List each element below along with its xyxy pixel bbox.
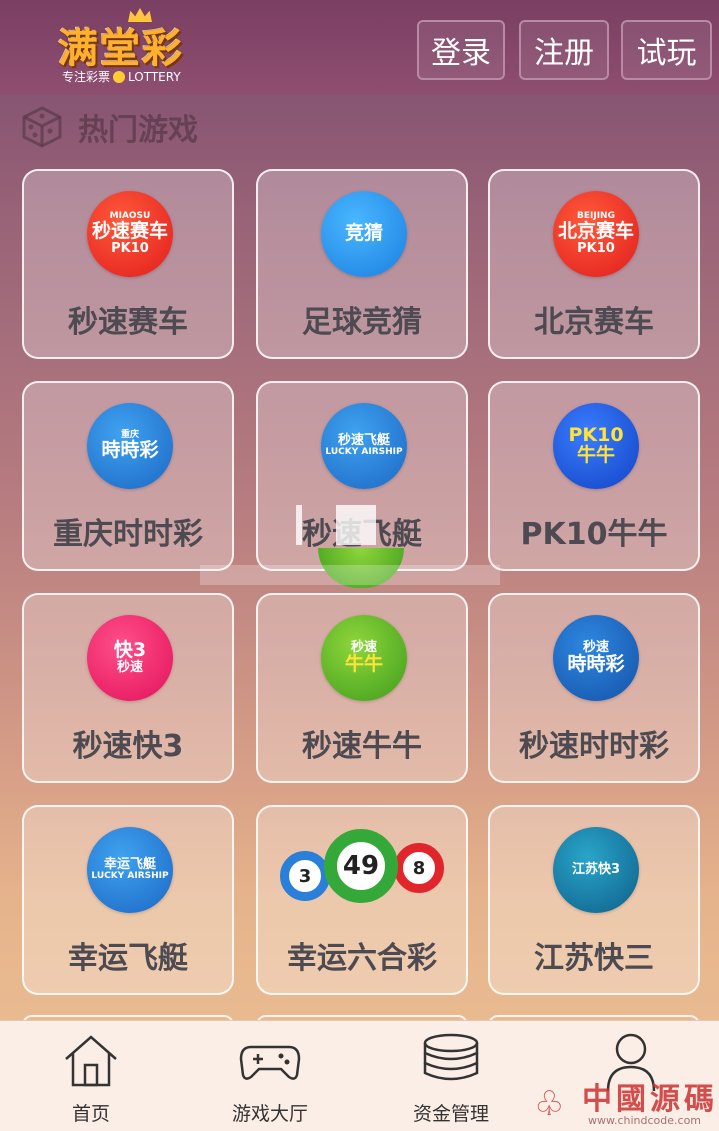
game-card-football[interactable]: 竞猜 足球竞猜 bbox=[256, 169, 468, 359]
logo: 满堂彩 专注彩票 LOTTERY bbox=[30, 8, 230, 88]
chongqing-ssc-icon: 重庆 時時彩 bbox=[87, 403, 173, 489]
badge-big: 江苏快3 bbox=[571, 862, 621, 878]
badge-big: 幸运飞艇 bbox=[103, 857, 156, 873]
game-label: PK10牛牛 bbox=[520, 517, 668, 552]
hot-games-heading: 热门游戏 bbox=[20, 102, 198, 152]
badge-big: 秒速赛车 bbox=[91, 219, 168, 242]
badge-mid: 秒速 bbox=[116, 660, 143, 676]
game-card-beijing-saiche[interactable]: BEIJING 北京赛车 PK10 北京赛车 bbox=[488, 169, 700, 359]
lottery-ball: 49 bbox=[324, 829, 398, 903]
lottery-ball: 3 bbox=[280, 851, 330, 901]
nav-funds[interactable]: 资金管理 bbox=[376, 1029, 526, 1129]
logo-subtitle: 专注彩票 LOTTERY bbox=[62, 68, 181, 85]
badge-big: 時時彩 bbox=[101, 438, 159, 461]
game-card-chongqing-ssc[interactable]: 重庆 時時彩 重庆时时彩 bbox=[22, 381, 234, 571]
badge-big: PK10 bbox=[568, 424, 624, 447]
badge-big: 北京赛车 bbox=[557, 219, 634, 242]
nav-home[interactable]: 首页 bbox=[16, 1029, 166, 1129]
logo-sub-right: LOTTERY bbox=[128, 70, 181, 84]
coins-icon bbox=[423, 1033, 479, 1081]
badge-mid: LUCKY AIRSHIP bbox=[325, 447, 403, 458]
game-label: 重庆时时彩 bbox=[53, 517, 203, 552]
watermark-logo-icon: ♧ bbox=[534, 1084, 565, 1124]
register-button[interactable]: 注册 bbox=[519, 20, 609, 80]
watermark-url: www.chindcode.com bbox=[588, 1114, 702, 1127]
game-label: 秒速牛牛 bbox=[302, 729, 422, 764]
home-icon bbox=[65, 1035, 117, 1087]
trial-button[interactable]: 试玩 bbox=[621, 20, 712, 80]
game-card-miaosu-k3[interactable]: 快3 秒速 秒速快3 bbox=[22, 593, 234, 783]
game-card-liuhecai[interactable]: 3 8 49 幸运六合彩 bbox=[256, 805, 468, 995]
game-label: 秒速快3 bbox=[72, 729, 184, 764]
lucky-airship-icon: 幸运飞艇 LUCKY AIRSHIP bbox=[87, 827, 173, 913]
game-label: 幸运六合彩 bbox=[287, 941, 437, 976]
badge-mid: PK10 bbox=[577, 240, 615, 256]
coin-icon bbox=[113, 71, 126, 83]
badge-mid: 牛牛 bbox=[344, 652, 383, 675]
game-label: 足球竞猜 bbox=[302, 305, 422, 340]
miaosu-airship-icon: 秒速飞艇 LUCKY AIRSHIP bbox=[321, 403, 407, 489]
render-artifact bbox=[296, 505, 420, 545]
game-card-miaosu-niuniu[interactable]: 秒速 牛牛 秒速牛牛 bbox=[256, 593, 468, 783]
pk10-niuniu-icon: PK10 牛牛 bbox=[553, 403, 639, 489]
game-card-miaosu-ssc[interactable]: 秒速 時時彩 秒速时时彩 bbox=[488, 593, 700, 783]
login-button[interactable]: 登录 bbox=[417, 20, 505, 80]
miaosu-k3-icon: 快3 秒速 bbox=[87, 615, 173, 701]
nav-label: 资金管理 bbox=[412, 1103, 489, 1125]
game-card-pk10-niuniu[interactable]: PK10 牛牛 PK10牛牛 bbox=[488, 381, 700, 571]
game-label: 秒速时时彩 bbox=[519, 729, 669, 764]
logo-sub-left: 专注彩票 bbox=[62, 70, 111, 84]
badge-mid: LUCKY AIRSHIP bbox=[91, 871, 169, 882]
top-header: 满堂彩 专注彩票 LOTTERY 登录 注册 试玩 bbox=[0, 0, 719, 95]
lottery-balls-icon: 3 8 49 bbox=[280, 829, 446, 915]
badge-mid: 牛牛 bbox=[576, 444, 615, 466]
game-card-xingyun-feiting[interactable]: 幸运飞艇 LUCKY AIRSHIP 幸运飞艇 bbox=[22, 805, 234, 995]
render-artifact bbox=[200, 565, 500, 585]
badge-big: 秒速飞艇 bbox=[337, 433, 390, 449]
badge-mid: PK10 bbox=[111, 240, 149, 256]
nav-game-hall[interactable]: 游戏大厅 bbox=[195, 1029, 345, 1129]
beijing-saiche-icon: BEIJING 北京赛车 PK10 bbox=[553, 191, 639, 277]
badge-big: 竞猜 bbox=[344, 222, 383, 245]
watermark-text: 中國源碼 bbox=[582, 1082, 718, 1117]
gamepad-icon bbox=[239, 1045, 301, 1080]
game-label: 秒速赛车 bbox=[68, 305, 188, 340]
dice-icon bbox=[22, 106, 62, 148]
lottery-ball: 8 bbox=[394, 843, 444, 893]
nav-label: 首页 bbox=[71, 1103, 110, 1125]
jiangsu-k3-icon: 江苏快3 bbox=[553, 827, 639, 913]
nav-label: 游戏大厅 bbox=[231, 1103, 308, 1125]
game-label: 江苏快三 bbox=[534, 941, 654, 976]
game-label: 北京赛车 bbox=[534, 305, 654, 340]
game-card-jiangsu-k3[interactable]: 江苏快3 江苏快三 bbox=[488, 805, 700, 995]
game-card-miaosu-saiche[interactable]: MIAOSU 秒速赛车 PK10 秒速赛车 bbox=[22, 169, 234, 359]
section-title: 热门游戏 bbox=[78, 113, 198, 148]
badge-big: 快3 bbox=[113, 639, 147, 662]
miaosu-saiche-icon: MIAOSU 秒速赛车 PK10 bbox=[87, 191, 173, 277]
football-guess-icon: 竞猜 bbox=[321, 191, 407, 277]
miaosu-niuniu-icon: 秒速 牛牛 bbox=[321, 615, 407, 701]
game-label: 幸运飞艇 bbox=[68, 941, 188, 976]
badge-big: 時時彩 bbox=[567, 652, 625, 675]
logo-title: 满堂彩 bbox=[58, 25, 184, 72]
miaosu-ssc-icon: 秒速 時時彩 bbox=[553, 615, 639, 701]
watermark: ♧ 中國源碼 www.chindcode.com bbox=[530, 1070, 719, 1131]
